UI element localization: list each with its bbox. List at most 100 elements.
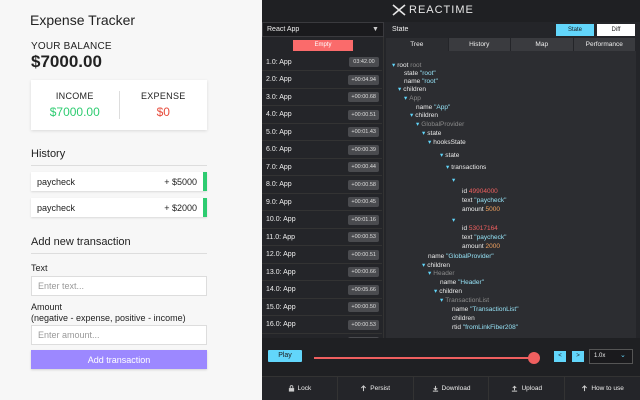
previous-snapshot-button[interactable]: < xyxy=(554,351,566,362)
add-transaction-button[interactable]: Add transaction xyxy=(31,350,207,369)
tree-node-state[interactable]: ▾ state xyxy=(422,130,441,138)
text-input[interactable] xyxy=(31,276,207,296)
caret-down-icon: ▾ xyxy=(398,86,402,93)
history-item[interactable]: paycheck + $5000 xyxy=(31,172,207,191)
snapshot-row[interactable]: 5.0: App +00:01.43 xyxy=(262,124,382,141)
lock-label: Lock xyxy=(297,385,312,392)
tree-node-transaction-0[interactable]: ▾ xyxy=(452,177,457,185)
how-to-use-button[interactable]: How to use xyxy=(565,377,640,400)
income-label: INCOME xyxy=(55,91,94,101)
snapshot-row[interactable]: 1.0: App 03:42.00 xyxy=(262,54,382,71)
action-bar: Lock Persist Download Upload How to use xyxy=(262,376,640,400)
tree-node-children[interactable]: ▾ children xyxy=(434,288,462,296)
caret-down-icon: ▾ xyxy=(422,130,426,137)
caret-down-icon: ▾ xyxy=(392,62,396,69)
download-icon xyxy=(432,385,438,392)
income-column: INCOME $7000.00 xyxy=(31,91,119,119)
tree-node-transaction-1[interactable]: ▾ xyxy=(452,217,457,225)
snapshot-row[interactable]: 12.0: App +00:00.51 xyxy=(262,247,382,264)
persist-button[interactable]: Persist xyxy=(338,377,414,400)
tree-prop: children xyxy=(452,315,475,322)
snapshot-row[interactable]: 8.0: App +00:00.58 xyxy=(262,177,382,194)
tree-prop: text "paycheck" xyxy=(462,234,507,241)
snapshot-row[interactable]: 11.0: App +00:00.53 xyxy=(262,229,382,246)
snapshot-row[interactable]: 13.0: App +00:00.66 xyxy=(262,264,382,281)
snapshot-row[interactable]: 3.0: App +00:00.68 xyxy=(262,89,382,106)
caret-down-icon: ▾ xyxy=(434,288,438,295)
snapshot-row[interactable]: 2.0: App +00:04.94 xyxy=(262,72,382,89)
snapshot-label: 15.0: App xyxy=(266,303,296,311)
caret-down-icon: ▾ xyxy=(428,139,432,146)
chevron-down-icon: ▼ xyxy=(372,26,379,33)
upload-button[interactable]: Upload xyxy=(489,377,566,400)
download-label: Download xyxy=(441,385,471,392)
reactime-devtools: REACTIME React App ▼ State State Diff Em… xyxy=(262,0,640,400)
snapshot-time: +00:00.66 xyxy=(348,267,379,277)
history-item[interactable]: paycheck + $2000 xyxy=(31,198,207,217)
snapshot-label: 16.0: App xyxy=(266,321,296,328)
tree-prop: id 49904000 xyxy=(462,188,498,195)
snapshot-time: +00:00.39 xyxy=(348,144,379,155)
tab-tree[interactable]: Tree xyxy=(386,38,448,51)
snapshot-row[interactable]: 7.0: App +00:00.44 xyxy=(262,159,382,176)
snapshot-label: 5.0: App xyxy=(266,128,292,136)
snapshot-row[interactable]: 14.0: App +00:05.66 xyxy=(262,282,382,299)
caret-down-icon: ▾ xyxy=(452,177,456,184)
view-tabs: Tree History Map Performance xyxy=(386,38,636,51)
tree-node-hooksstate[interactable]: ▾ hooksState xyxy=(428,139,466,147)
playback-speed-select[interactable]: 1.0x xyxy=(589,349,633,364)
tree-prop: amount 5000 xyxy=(462,206,500,213)
tree-node-root[interactable]: ▾ root root xyxy=(392,62,421,70)
snapshot-time: +00:01.16 xyxy=(348,214,379,225)
tree-node-transactions[interactable]: ▾ transactions xyxy=(446,164,486,172)
expense-column: EXPENSE $0 xyxy=(120,91,208,119)
tree-node-children[interactable]: ▾ children xyxy=(410,112,438,120)
tree-node-children[interactable]: ▾ children xyxy=(422,262,450,270)
tree-node-children[interactable]: ▾ children xyxy=(398,86,426,94)
amount-input[interactable] xyxy=(31,325,207,345)
state-tree: ▾ root root state "root" name "root" ▾ chi… xyxy=(386,51,636,338)
tree-prop: name "GlobalProvider" xyxy=(428,253,494,260)
lock-button[interactable]: Lock xyxy=(262,377,338,400)
snapshot-time: +00:01.43 xyxy=(348,127,379,137)
tree-node-globalprovider[interactable]: ▾ GlobalProvider xyxy=(416,121,464,129)
tab-history[interactable]: History xyxy=(448,38,510,51)
snapshot-row[interactable]: 10.0: App +00:01.16 xyxy=(262,212,382,229)
tree-node-transactionlist[interactable]: ▾ TransactionList xyxy=(440,297,489,305)
empty-snapshots-button[interactable]: Empty xyxy=(293,40,353,51)
snapshot-row[interactable]: 16.0: App +00:00.53 xyxy=(262,317,382,334)
tab-performance[interactable]: Performance xyxy=(573,38,635,51)
caret-down-icon: ▾ xyxy=(440,297,444,304)
play-button[interactable]: Play xyxy=(268,350,302,362)
balance-value: $7000.00 xyxy=(31,52,102,71)
tree-node-app[interactable]: ▾ App xyxy=(404,95,421,103)
history-item-text: paycheck xyxy=(37,176,76,187)
tree-node-state[interactable]: ▾ state xyxy=(440,152,459,160)
tree-prop: amount 2000 xyxy=(462,243,500,250)
tree-prop: name "TransactionList" xyxy=(452,306,519,313)
download-button[interactable]: Download xyxy=(414,377,490,400)
diff-view-button[interactable]: Diff xyxy=(597,24,635,36)
snapshot-slider[interactable] xyxy=(314,352,540,364)
snapshot-label: 6.0: App xyxy=(266,146,292,153)
app-selector[interactable]: React App xyxy=(262,22,384,37)
expense-tracker-app: Expense Tracker YOUR BALANCE $7000.00 IN… xyxy=(0,0,262,400)
state-view-button[interactable]: State xyxy=(556,24,594,36)
playback-bar: Play < > 1.0x ⌄ xyxy=(262,338,640,376)
tab-map[interactable]: Map xyxy=(511,38,573,51)
income-expense-card: INCOME $7000.00 EXPENSE $0 xyxy=(31,80,207,130)
upload-label: Upload xyxy=(521,385,543,392)
snapshot-row[interactable]: 4.0: App +00:00.51 xyxy=(262,107,382,124)
snapshot-row[interactable]: 9.0: App +00:00.45 xyxy=(262,194,382,211)
next-snapshot-button[interactable]: > xyxy=(572,351,584,362)
snapshot-row[interactable]: 15.0: App +00:00.50 xyxy=(262,299,382,316)
snapshot-row[interactable]: 6.0: App +00:00.39 xyxy=(262,142,382,159)
tree-node-header[interactable]: ▾ Header xyxy=(428,270,455,278)
snapshot-label: 4.0: App xyxy=(266,111,292,118)
snapshot-label: 14.0: App xyxy=(266,286,296,293)
snapshot-label: 2.0: App xyxy=(266,76,292,83)
slider-handle[interactable] xyxy=(528,352,540,364)
lock-icon xyxy=(288,385,294,392)
chevron-down-icon: ⌄ xyxy=(620,352,626,359)
snapshot-label: 12.0: App xyxy=(266,251,296,258)
